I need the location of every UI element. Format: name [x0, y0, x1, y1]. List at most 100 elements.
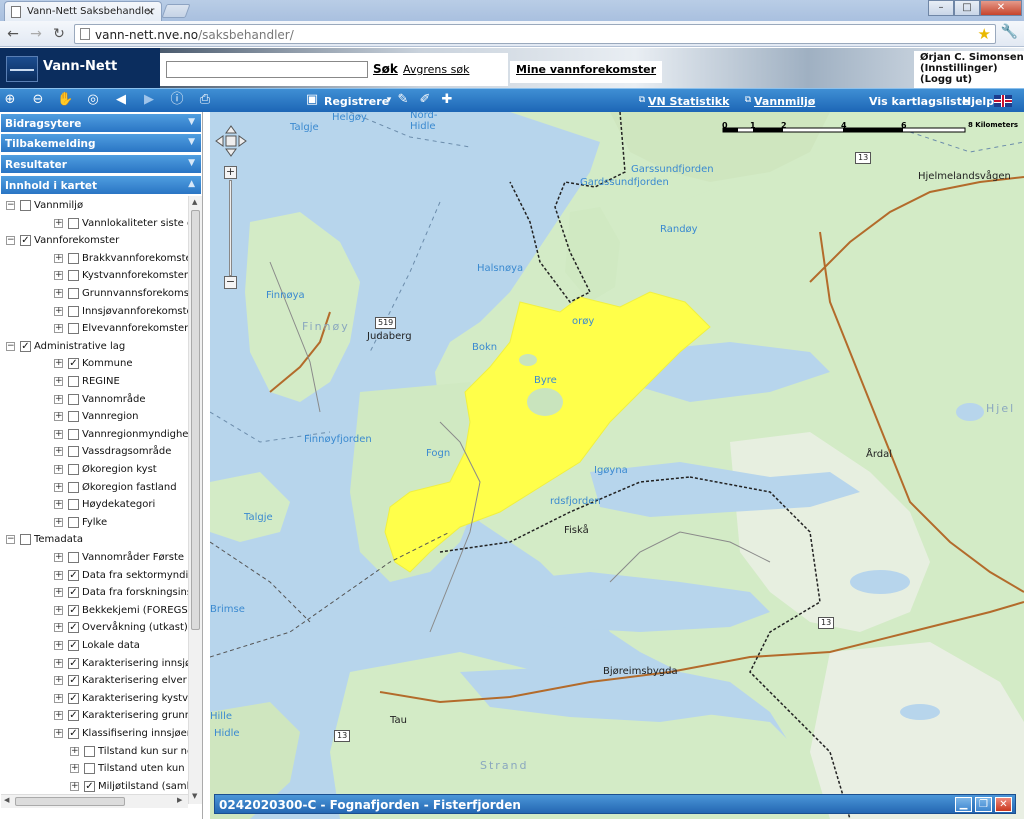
layer-checkbox[interactable]: ✓ [68, 640, 79, 651]
layer-tree-row[interactable]: + Fylke [4, 515, 188, 532]
back-icon[interactable]: ← [4, 25, 22, 43]
new-tab-button[interactable] [161, 4, 191, 18]
add-user-icon[interactable]: ✚ [439, 92, 455, 108]
layer-checkbox[interactable]: ✓ [20, 235, 31, 247]
layer-checkbox[interactable] [68, 481, 79, 493]
expand-icon[interactable]: + [54, 324, 63, 334]
layer-tree-row[interactable]: + ✓Karakterisering innsjøer [4, 656, 188, 673]
expand-icon[interactable]: + [54, 447, 63, 457]
zoom-slider-minus-icon[interactable]: − [224, 276, 237, 289]
layer-checkbox[interactable] [68, 376, 79, 387]
expand-icon[interactable]: + [54, 623, 63, 633]
layer-tree-row[interactable]: + ✓Karakterisering grunnvann [4, 708, 188, 725]
layer-tree-row[interactable]: + Økoregion fastland [4, 480, 188, 497]
next-extent-icon[interactable]: ▶ [141, 92, 157, 108]
zoom-extent-icon[interactable]: ◎ [85, 92, 101, 108]
collapse-icon[interactable]: − [6, 236, 15, 246]
layer-checkbox[interactable]: ✓ [68, 622, 79, 634]
zoom-in-icon[interactable]: ⊕ [2, 92, 18, 108]
map-view[interactable]: + − 0 1 2 4 6 8 Kilometers 13 519 13 13 … [210, 112, 1024, 819]
layer-checkbox[interactable] [20, 200, 31, 211]
minimize-button[interactable]: – [928, 0, 954, 16]
forward-icon[interactable]: → [27, 25, 45, 43]
layer-tree-row[interactable]: + Vassdragsområde [4, 444, 188, 461]
reload-icon[interactable]: ↻ [50, 25, 68, 43]
expand-icon[interactable]: + [54, 465, 63, 474]
scroll-right-icon[interactable]: ▶ [177, 796, 182, 804]
collapse-icon[interactable]: − [6, 341, 15, 351]
layer-tree-row[interactable]: + Vannområde [4, 392, 188, 409]
layer-tree-row[interactable]: + Høydekategori [4, 497, 188, 514]
expand-icon[interactable]: + [54, 377, 63, 386]
maximize-button[interactable]: □ [954, 0, 980, 16]
expand-icon[interactable]: + [54, 729, 63, 738]
layer-tree-row[interactable]: + Tilstand uten kun su [4, 761, 188, 778]
layer-tree-row[interactable]: + Brakkvannforekomster [4, 251, 188, 268]
expand-icon[interactable]: + [54, 412, 63, 422]
expand-icon[interactable]: + [54, 429, 63, 439]
register-menu[interactable]: Registrere [324, 95, 389, 108]
expand-icon[interactable]: + [54, 658, 63, 668]
layer-tree-row[interactable]: + Tilstand kun sur ned [4, 744, 188, 761]
pan-hand-icon[interactable]: ✋ [57, 92, 73, 108]
layer-checkbox[interactable]: ✓ [68, 692, 79, 704]
zoom-slider[interactable]: + − [224, 166, 238, 290]
layer-checkbox[interactable]: ✓ [68, 675, 79, 687]
search-input[interactable] [166, 61, 368, 78]
wrench-icon[interactable]: 🔧 [1001, 24, 1018, 40]
expand-icon[interactable]: + [54, 271, 63, 281]
layer-checkbox[interactable]: ✓ [68, 604, 79, 616]
info-close-button[interactable]: ✕ [995, 797, 1012, 812]
expand-icon[interactable]: + [70, 764, 79, 774]
layer-checkbox[interactable] [68, 393, 79, 405]
layer-tree-row[interactable]: + ✓Data fra forskningsinstitusj [4, 585, 188, 602]
layer-checkbox[interactable] [68, 446, 79, 458]
zoom-slider-plus-icon[interactable]: + [224, 166, 237, 179]
my-waterbodies-link[interactable]: Mine vannforekomster [510, 61, 663, 83]
uk-flag-icon[interactable] [994, 95, 1012, 107]
layer-tree-row[interactable]: + Elvevannforekomster [4, 321, 188, 338]
expand-icon[interactable]: + [54, 394, 63, 404]
layer-checkbox[interactable]: ✓ [68, 358, 79, 370]
tree-horizontal-scrollbar[interactable]: ◀ ▶ [1, 794, 188, 808]
layer-tree-row[interactable]: + ✓Karakterisering kystvann [4, 691, 188, 708]
layer-checkbox[interactable] [68, 323, 79, 335]
tab-close-icon[interactable]: × [146, 5, 155, 18]
expand-icon[interactable]: + [54, 517, 63, 527]
advanced-search-link[interactable]: Avgrens søk [403, 63, 469, 76]
layer-tree-row[interactable]: + REGINE [4, 374, 188, 391]
layer-checkbox[interactable] [68, 305, 79, 317]
edit-tool-icon[interactable]: ✐ [417, 92, 433, 108]
section-bidragsytere[interactable]: Bidragsytere ▼ [1, 114, 201, 133]
layer-checkbox[interactable] [68, 288, 79, 299]
bookmark-star-icon[interactable]: ★ [978, 25, 991, 43]
tree-vertical-scrollbar[interactable]: ▲ ▼ [188, 196, 202, 804]
draw-tool-icon[interactable]: ✎ [395, 92, 411, 108]
layer-checkbox[interactable] [68, 217, 79, 229]
scroll-down-icon[interactable]: ▼ [192, 792, 197, 800]
layer-checkbox[interactable]: ✓ [68, 728, 79, 739]
layer-checkbox[interactable] [68, 411, 79, 423]
layer-checkbox[interactable] [68, 270, 79, 282]
logout-link[interactable]: (Logg ut) [920, 74, 1024, 85]
expand-icon[interactable]: + [54, 306, 63, 316]
zoom-out-icon[interactable]: ⊖ [30, 92, 46, 108]
layer-tree-row[interactable]: + Vannregion [4, 409, 188, 426]
print-icon[interactable]: ⎙ [197, 92, 213, 108]
vannmiljo-link[interactable]: Vannmiljø [754, 95, 815, 108]
vn-statistics-link[interactable]: VN Statistikk [648, 95, 729, 108]
browser-tab[interactable]: Vann-Nett Saksbehandler × [4, 1, 162, 21]
info-window-bar[interactable]: 0242020300-C - Fognafjorden - Fisterfjor… [214, 794, 1016, 814]
layer-tree-row[interactable]: + ✓ Klassifisering innsjøer [4, 726, 188, 743]
expand-icon[interactable]: + [54, 359, 63, 369]
layer-checkbox[interactable]: ✓ [20, 340, 31, 352]
layer-checkbox[interactable]: ✓ [84, 780, 95, 792]
expand-icon[interactable]: + [54, 641, 63, 650]
layer-list-link[interactable]: Vis kartlagsliste [869, 95, 969, 108]
info-icon[interactable]: ⓘ [169, 92, 185, 108]
layer-tree-row[interactable]: + ✓ Kommune [4, 356, 188, 373]
zoom-slider-track[interactable] [229, 180, 232, 276]
layer-tree-row[interactable]: + ✓ Karakterisering elver [4, 673, 188, 690]
layer-tree-row[interactable]: + Kystvannforekomster [4, 268, 188, 285]
expand-icon[interactable]: + [54, 500, 63, 510]
